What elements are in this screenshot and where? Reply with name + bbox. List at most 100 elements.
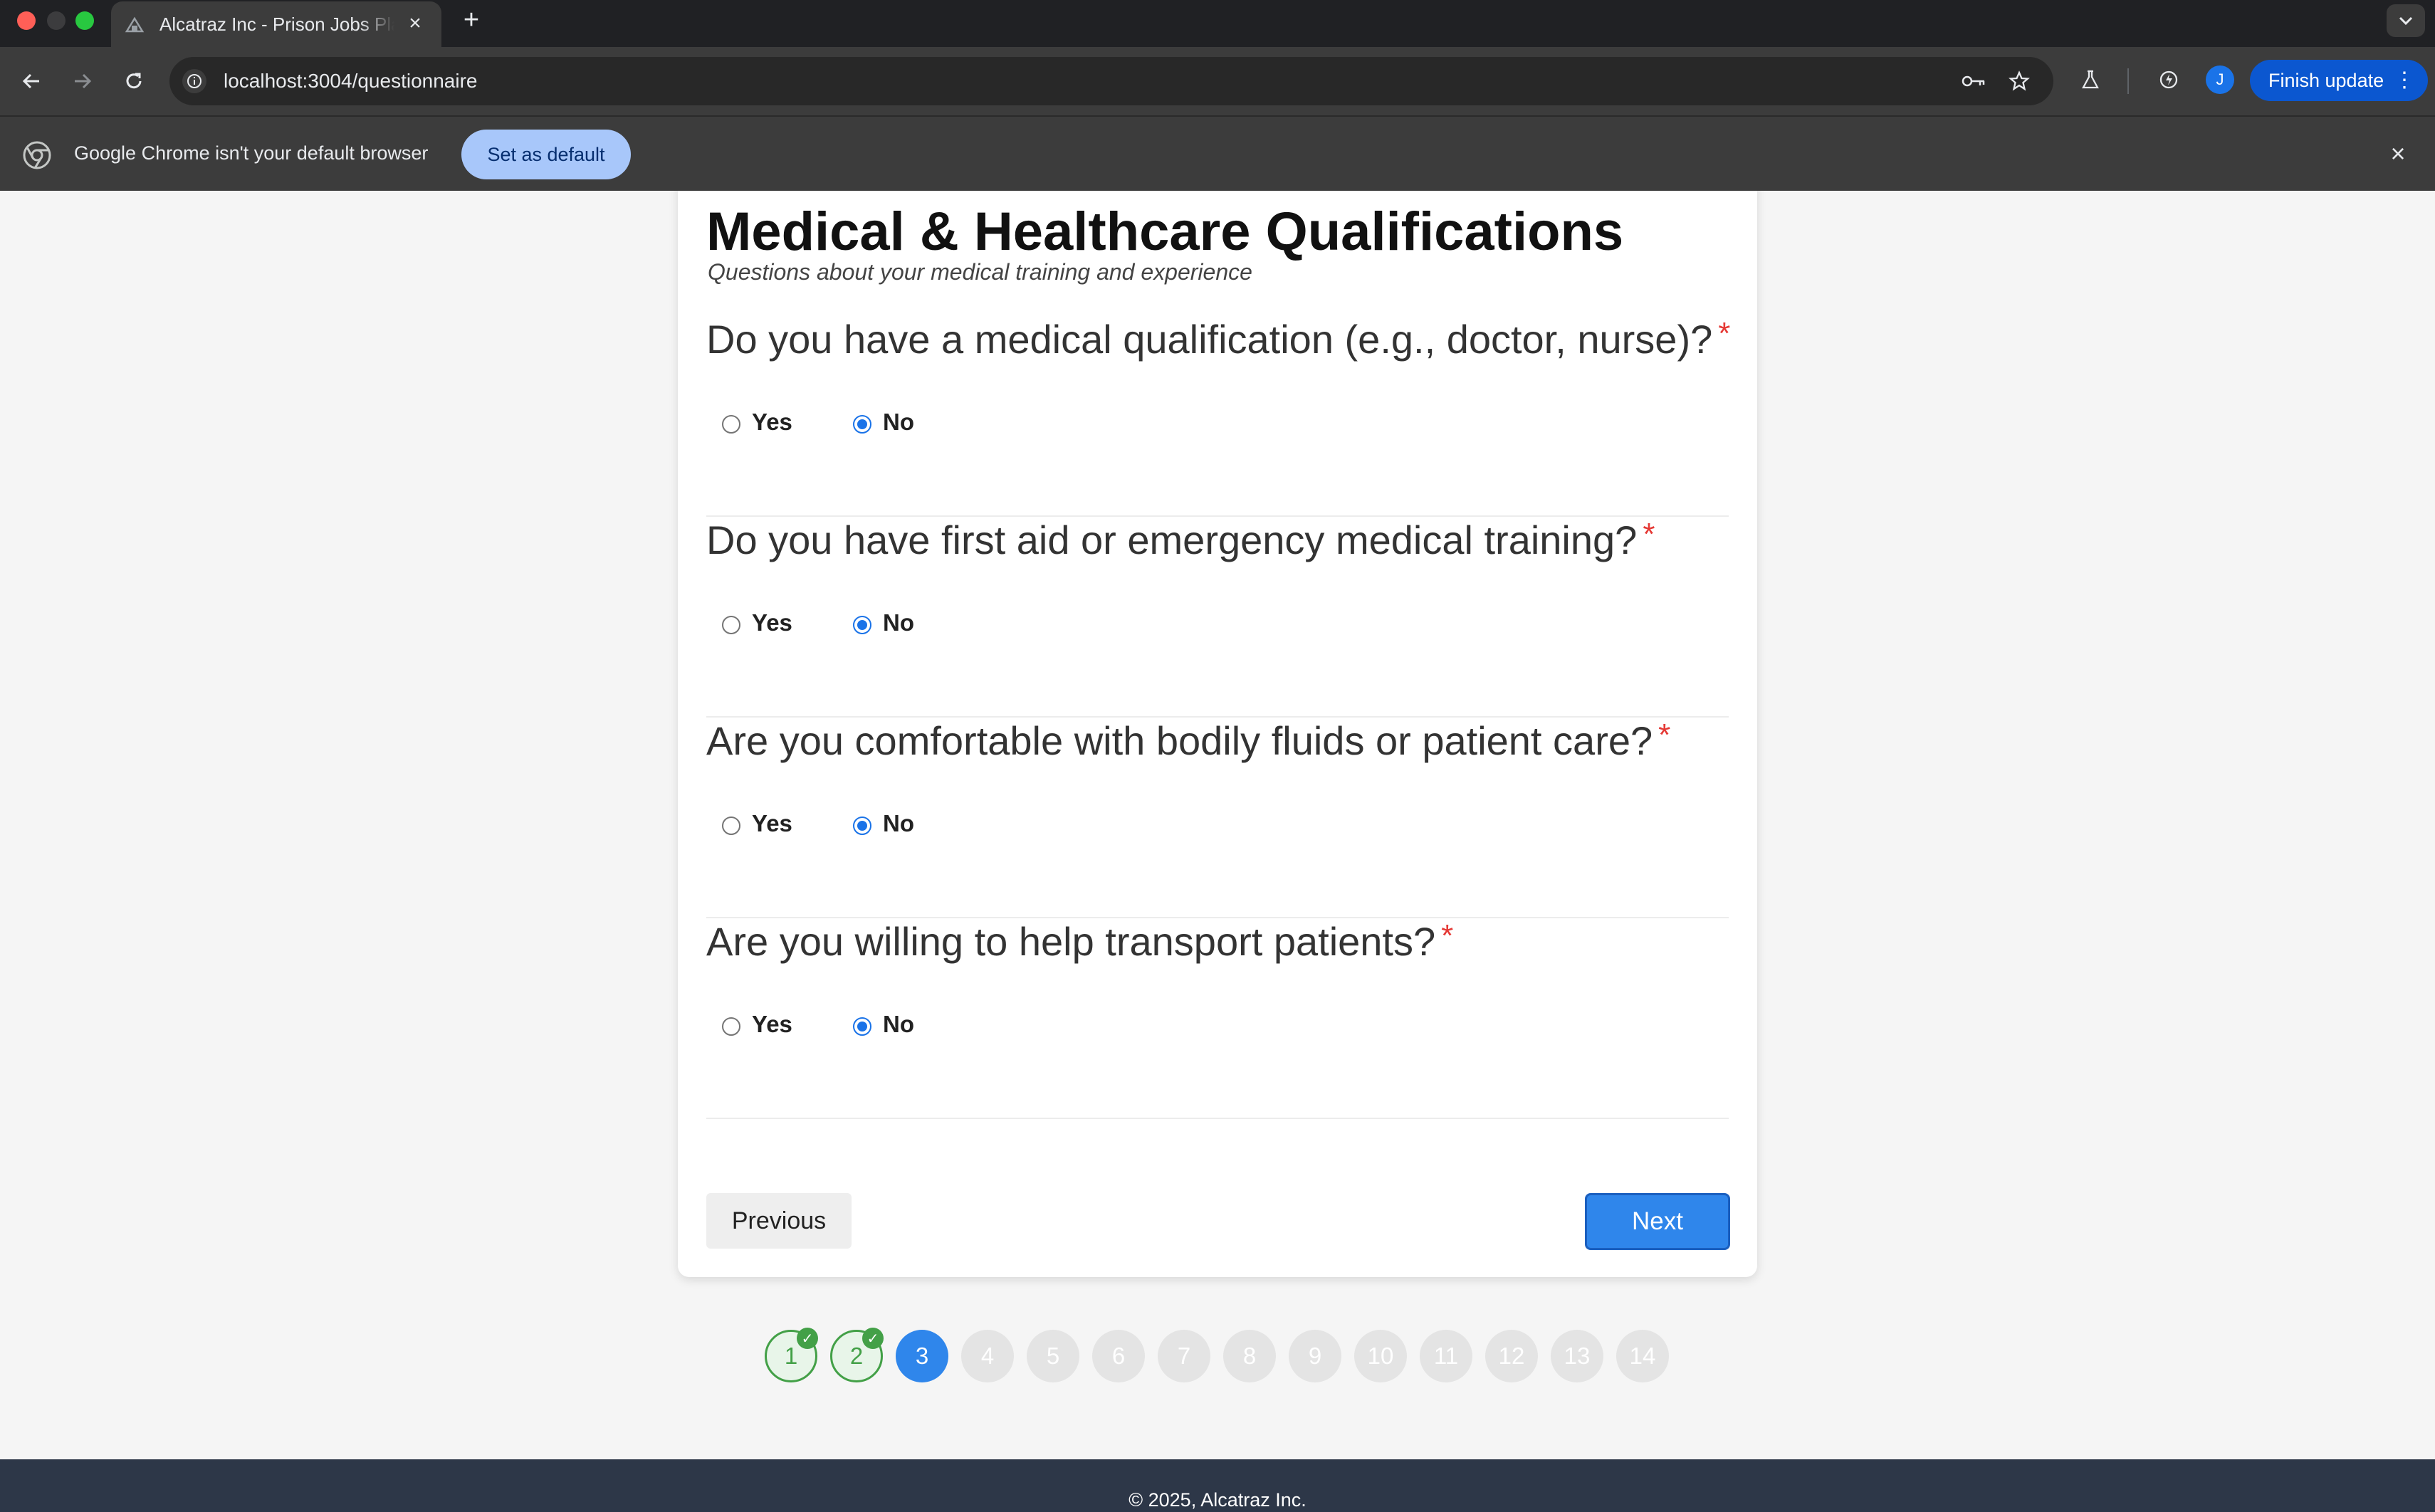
- step-number: 8: [1242, 1343, 1257, 1369]
- question-block: Do you have first aid or emergency medic…: [706, 517, 1729, 718]
- password-key-icon[interactable]: [1961, 68, 1986, 94]
- tab-title: Alcatraz Inc - Prison Jobs Platform: [159, 13, 394, 35]
- option-no[interactable]: No: [853, 806, 914, 841]
- step-number: 1: [784, 1343, 798, 1369]
- step-10[interactable]: 10: [1354, 1330, 1407, 1382]
- step-1[interactable]: 1 ✓: [765, 1328, 818, 1382]
- required-asterisk: *: [1658, 718, 1671, 752]
- question-block: Do you have a medical qualification (e.g…: [706, 316, 1730, 517]
- radio-no[interactable]: [853, 415, 871, 434]
- radio-no[interactable]: [853, 616, 871, 634]
- radio-no[interactable]: [853, 817, 871, 835]
- option-no[interactable]: No: [853, 605, 914, 641]
- question-text: Are you willing to help transport patien…: [706, 919, 1436, 964]
- option-yes[interactable]: Yes: [722, 806, 792, 841]
- infobar-message: Google Chrome isn't your default browser: [74, 142, 429, 164]
- option-no[interactable]: No: [853, 1007, 914, 1042]
- tab-close-icon[interactable]: ×: [403, 11, 427, 36]
- question-text: Are you comfortable with bodily fluids o…: [706, 718, 1653, 763]
- required-asterisk: *: [1643, 517, 1655, 552]
- step-14[interactable]: 14: [1616, 1330, 1669, 1382]
- browser-tab[interactable]: Alcatraz Inc - Prison Jobs Platform ×: [111, 1, 441, 47]
- required-asterisk: *: [1441, 918, 1454, 953]
- option-no[interactable]: No: [853, 404, 914, 440]
- step-6[interactable]: 6: [1092, 1330, 1145, 1382]
- finish-update-label: Finish update: [2268, 69, 2384, 91]
- step-7[interactable]: 7: [1158, 1330, 1210, 1382]
- option-label: Yes: [752, 609, 792, 636]
- step-5[interactable]: 5: [1027, 1330, 1079, 1382]
- question-text: Do you have a medical qualification (e.g…: [706, 317, 1713, 362]
- minimize-window-button[interactable]: [47, 11, 66, 30]
- option-label: No: [883, 609, 914, 636]
- site-info-icon[interactable]: [182, 69, 206, 93]
- question-label: Do you have a medical qualification (e.g…: [706, 316, 1730, 362]
- browser-tabstrip: Alcatraz Inc - Prison Jobs Platform × +: [0, 0, 2435, 47]
- required-asterisk: *: [1718, 316, 1731, 351]
- radio-yes[interactable]: [722, 817, 740, 835]
- step-number: 14: [1629, 1343, 1656, 1369]
- toolbar-separator: [2127, 68, 2129, 94]
- question-label: Are you comfortable with bodily fluids o…: [706, 718, 1670, 764]
- option-label: Yes: [752, 810, 792, 836]
- forward-arrow-icon[interactable]: [64, 63, 101, 100]
- finish-update-button[interactable]: Finish update ⋮: [2250, 60, 2428, 101]
- step-11[interactable]: 11: [1420, 1330, 1472, 1382]
- back-arrow-icon[interactable]: [13, 63, 50, 100]
- option-yes[interactable]: Yes: [722, 404, 792, 440]
- question-label: Do you have first aid or emergency medic…: [706, 517, 1655, 563]
- section-title: Medical & Healthcare Qualifications: [706, 201, 1624, 262]
- reload-icon[interactable]: [115, 63, 152, 100]
- step-9[interactable]: 9: [1289, 1330, 1341, 1382]
- maximize-window-button[interactable]: [75, 11, 94, 30]
- step-number: 13: [1564, 1343, 1591, 1369]
- labs-flask-icon[interactable]: [2076, 65, 2105, 94]
- radio-yes[interactable]: [722, 415, 740, 434]
- step-number: 6: [1111, 1343, 1126, 1369]
- step-8[interactable]: 8: [1223, 1330, 1276, 1382]
- step-number: 9: [1308, 1343, 1322, 1369]
- next-button[interactable]: Next: [1585, 1193, 1730, 1250]
- address-bar[interactable]: localhost:3004/questionnaire: [169, 57, 2053, 105]
- close-window-button[interactable]: [17, 11, 36, 30]
- profile-avatar[interactable]: J: [2206, 65, 2234, 94]
- question-block: Are you comfortable with bodily fluids o…: [706, 718, 1729, 918]
- set-as-default-button[interactable]: Set as default: [461, 130, 631, 179]
- new-tab-button[interactable]: +: [456, 4, 487, 36]
- step-number: 2: [849, 1343, 864, 1369]
- page-viewport: Medical & Healthcare Qualifications Ques…: [0, 191, 2435, 1512]
- question-text: Do you have first aid or emergency medic…: [706, 518, 1638, 562]
- default-browser-infobar: Google Chrome isn't your default browser…: [0, 115, 2435, 191]
- previous-button[interactable]: Previous: [706, 1193, 852, 1249]
- section-subtitle: Questions about your medical training an…: [708, 259, 1252, 285]
- radio-yes[interactable]: [722, 1017, 740, 1036]
- chrome-logo-icon: [23, 141, 51, 169]
- step-4[interactable]: 4: [961, 1330, 1014, 1382]
- step-number: 10: [1367, 1343, 1394, 1369]
- url-text[interactable]: localhost:3004/questionnaire: [224, 70, 477, 93]
- step-number: 3: [915, 1343, 929, 1369]
- step-12[interactable]: 12: [1485, 1330, 1538, 1382]
- performance-icon[interactable]: [2154, 65, 2183, 94]
- step-number: 4: [980, 1343, 995, 1369]
- step-3[interactable]: 3: [896, 1330, 948, 1382]
- infobar-close-icon[interactable]: ×: [2382, 138, 2414, 169]
- step-13[interactable]: 13: [1551, 1330, 1603, 1382]
- step-number: 5: [1046, 1343, 1060, 1369]
- option-label: No: [883, 409, 914, 435]
- step-number: 11: [1433, 1343, 1459, 1369]
- option-yes[interactable]: Yes: [722, 1007, 792, 1042]
- option-label: No: [883, 1011, 914, 1037]
- step-2[interactable]: 2 ✓: [830, 1328, 884, 1382]
- question-block: Are you willing to help transport patien…: [706, 918, 1729, 1119]
- tab-search-chevron-icon[interactable]: [2387, 4, 2425, 37]
- option-label: No: [883, 810, 914, 836]
- radio-no[interactable]: [853, 1017, 871, 1036]
- page-footer: © 2025, Alcatraz Inc.: [0, 1459, 2435, 1512]
- option-yes[interactable]: Yes: [722, 605, 792, 641]
- radio-yes[interactable]: [722, 616, 740, 634]
- tab-favicon-icon: [124, 14, 145, 35]
- more-menu-icon[interactable]: ⋮: [2394, 68, 2415, 93]
- bookmark-star-icon[interactable]: [2006, 68, 2032, 94]
- question-label: Are you willing to help transport patien…: [706, 918, 1453, 965]
